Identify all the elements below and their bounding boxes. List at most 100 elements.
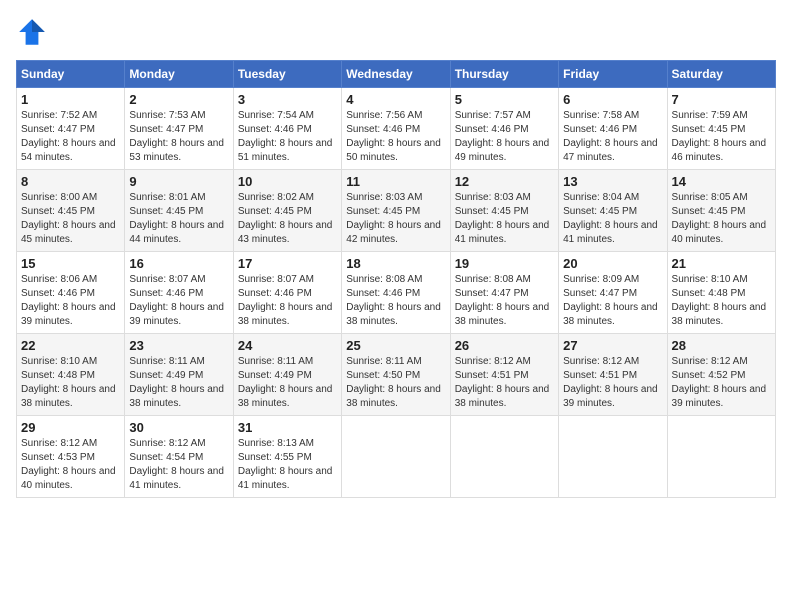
day-info: Sunrise: 7:59 AMSunset: 4:45 PMDaylight:…: [672, 109, 771, 165]
day-info: Sunrise: 8:08 AMSunset: 4:47 PMDaylight:…: [455, 273, 554, 329]
calendar-cell: 20Sunrise: 8:09 AMSunset: 4:47 PMDayligh…: [559, 252, 667, 334]
day-number: 14: [672, 174, 771, 189]
calendar-cell: [342, 416, 450, 498]
day-number: 18: [346, 256, 445, 271]
day-info: Sunrise: 7:58 AMSunset: 4:46 PMDaylight:…: [563, 109, 662, 165]
day-info: Sunrise: 8:12 AMSunset: 4:51 PMDaylight:…: [455, 355, 554, 411]
day-number: 10: [238, 174, 337, 189]
day-info: Sunrise: 8:11 AMSunset: 4:49 PMDaylight:…: [129, 355, 228, 411]
day-info: Sunrise: 7:52 AMSunset: 4:47 PMDaylight:…: [21, 109, 120, 165]
day-info: Sunrise: 8:07 AMSunset: 4:46 PMDaylight:…: [238, 273, 337, 329]
day-number: 9: [129, 174, 228, 189]
day-number: 16: [129, 256, 228, 271]
calendar-dow-thursday: Thursday: [450, 61, 558, 88]
day-number: 4: [346, 92, 445, 107]
calendar-dow-sunday: Sunday: [17, 61, 125, 88]
calendar-header-row: SundayMondayTuesdayWednesdayThursdayFrid…: [17, 61, 776, 88]
day-number: 30: [129, 420, 228, 435]
day-info: Sunrise: 8:12 AMSunset: 4:52 PMDaylight:…: [672, 355, 771, 411]
calendar-dow-tuesday: Tuesday: [233, 61, 341, 88]
day-number: 26: [455, 338, 554, 353]
calendar-cell: 29 Sunrise: 8:12 AMSunset: 4:53 PMDayligh…: [17, 416, 125, 498]
calendar-dow-friday: Friday: [559, 61, 667, 88]
day-number: 19: [455, 256, 554, 271]
day-number: 6: [563, 92, 662, 107]
day-number: 5: [455, 92, 554, 107]
day-info: Sunrise: 8:00 AMSunset: 4:45 PMDaylight:…: [21, 191, 120, 247]
calendar-cell: [559, 416, 667, 498]
calendar-cell: [667, 416, 775, 498]
calendar-dow-saturday: Saturday: [667, 61, 775, 88]
calendar-cell: 18 Sunrise: 8:08 AMSunset: 4:46 PMDayligh…: [342, 252, 450, 334]
calendar-dow-monday: Monday: [125, 61, 233, 88]
calendar-cell: 5 Sunrise: 7:57 AMSunset: 4:46 PMDaylight…: [450, 88, 558, 170]
calendar-cell: 11 Sunrise: 8:03 AMSunset: 4:45 PMDayligh…: [342, 170, 450, 252]
day-number: 22: [21, 338, 120, 353]
calendar-cell: 24 Sunrise: 8:11 AMSunset: 4:49 PMDayligh…: [233, 334, 341, 416]
day-number: 3: [238, 92, 337, 107]
calendar-cell: 14 Sunrise: 8:05 AMSunset: 4:45 PMDayligh…: [667, 170, 775, 252]
day-number: 21: [672, 256, 771, 271]
day-number: 28: [672, 338, 771, 353]
day-number: 12: [455, 174, 554, 189]
day-info: Sunrise: 8:08 AMSunset: 4:46 PMDaylight:…: [346, 273, 445, 329]
day-info: Sunrise: 8:06 AMSunset: 4:46 PMDaylight:…: [21, 273, 120, 329]
day-number: 8: [21, 174, 120, 189]
calendar-week-row: 8 Sunrise: 8:00 AMSunset: 4:45 PMDaylight…: [17, 170, 776, 252]
day-info: Sunrise: 8:03 AMSunset: 4:45 PMDaylight:…: [455, 191, 554, 247]
day-number: 13: [563, 174, 662, 189]
day-number: 17: [238, 256, 337, 271]
day-info: Sunrise: 8:12 AMSunset: 4:53 PMDaylight:…: [21, 437, 120, 493]
calendar-cell: 31Sunrise: 8:13 AMSunset: 4:55 PMDayligh…: [233, 416, 341, 498]
day-number: 24: [238, 338, 337, 353]
day-info: Sunrise: 8:03 AMSunset: 4:45 PMDaylight:…: [346, 191, 445, 247]
calendar-cell: 17 Sunrise: 8:07 AMSunset: 4:46 PMDayligh…: [233, 252, 341, 334]
calendar-cell: 16 Sunrise: 8:07 AMSunset: 4:46 PMDayligh…: [125, 252, 233, 334]
day-number: 11: [346, 174, 445, 189]
calendar-cell: 15 Sunrise: 8:06 AMSunset: 4:46 PMDayligh…: [17, 252, 125, 334]
calendar-cell: 2 Sunrise: 7:53 AMSunset: 4:47 PMDaylight…: [125, 88, 233, 170]
calendar-cell: 27Sunrise: 8:12 AMSunset: 4:51 PMDayligh…: [559, 334, 667, 416]
calendar-cell: 22 Sunrise: 8:10 AMSunset: 4:48 PMDayligh…: [17, 334, 125, 416]
calendar-week-row: 15 Sunrise: 8:06 AMSunset: 4:46 PMDayligh…: [17, 252, 776, 334]
calendar-cell: 7 Sunrise: 7:59 AMSunset: 4:45 PMDaylight…: [667, 88, 775, 170]
day-info: Sunrise: 7:56 AMSunset: 4:46 PMDaylight:…: [346, 109, 445, 165]
page-header: [16, 16, 776, 48]
calendar-cell: 19 Sunrise: 8:08 AMSunset: 4:47 PMDayligh…: [450, 252, 558, 334]
calendar-week-row: 29 Sunrise: 8:12 AMSunset: 4:53 PMDayligh…: [17, 416, 776, 498]
day-info: Sunrise: 8:05 AMSunset: 4:45 PMDaylight:…: [672, 191, 771, 247]
calendar-cell: 4 Sunrise: 7:56 AMSunset: 4:46 PMDaylight…: [342, 88, 450, 170]
day-number: 29: [21, 420, 120, 435]
day-info: Sunrise: 8:02 AMSunset: 4:45 PMDaylight:…: [238, 191, 337, 247]
day-number: 25: [346, 338, 445, 353]
day-info: Sunrise: 8:12 AMSunset: 4:51 PMDaylight:…: [563, 355, 662, 411]
day-info: Sunrise: 8:11 AMSunset: 4:49 PMDaylight:…: [238, 355, 337, 411]
calendar-dow-wednesday: Wednesday: [342, 61, 450, 88]
calendar-cell: 1 Sunrise: 7:52 AMSunset: 4:47 PMDaylight…: [17, 88, 125, 170]
calendar-cell: 23 Sunrise: 8:11 AMSunset: 4:49 PMDayligh…: [125, 334, 233, 416]
calendar-cell: 21Sunrise: 8:10 AMSunset: 4:48 PMDayligh…: [667, 252, 775, 334]
day-info: Sunrise: 8:11 AMSunset: 4:50 PMDaylight:…: [346, 355, 445, 411]
calendar-cell: 28 Sunrise: 8:12 AMSunset: 4:52 PMDayligh…: [667, 334, 775, 416]
day-info: Sunrise: 7:53 AMSunset: 4:47 PMDaylight:…: [129, 109, 228, 165]
day-number: 1: [21, 92, 120, 107]
calendar-cell: 3Sunrise: 7:54 AMSunset: 4:46 PMDaylight…: [233, 88, 341, 170]
day-number: 23: [129, 338, 228, 353]
calendar-week-row: 1 Sunrise: 7:52 AMSunset: 4:47 PMDaylight…: [17, 88, 776, 170]
day-info: Sunrise: 7:57 AMSunset: 4:46 PMDaylight:…: [455, 109, 554, 165]
calendar-cell: 12 Sunrise: 8:03 AMSunset: 4:45 PMDayligh…: [450, 170, 558, 252]
day-info: Sunrise: 8:07 AMSunset: 4:46 PMDaylight:…: [129, 273, 228, 329]
day-info: Sunrise: 8:01 AMSunset: 4:45 PMDaylight:…: [129, 191, 228, 247]
day-number: 15: [21, 256, 120, 271]
calendar-week-row: 22 Sunrise: 8:10 AMSunset: 4:48 PMDayligh…: [17, 334, 776, 416]
day-info: Sunrise: 8:09 AMSunset: 4:47 PMDaylight:…: [563, 273, 662, 329]
logo: [16, 16, 52, 48]
day-info: Sunrise: 8:12 AMSunset: 4:54 PMDaylight:…: [129, 437, 228, 493]
day-number: 7: [672, 92, 771, 107]
calendar-cell: 13Sunrise: 8:04 AMSunset: 4:45 PMDayligh…: [559, 170, 667, 252]
day-info: Sunrise: 8:10 AMSunset: 4:48 PMDaylight:…: [21, 355, 120, 411]
day-number: 2: [129, 92, 228, 107]
calendar-table: SundayMondayTuesdayWednesdayThursdayFrid…: [16, 60, 776, 498]
calendar-cell: 30 Sunrise: 8:12 AMSunset: 4:54 PMDayligh…: [125, 416, 233, 498]
calendar-cell: 8 Sunrise: 8:00 AMSunset: 4:45 PMDaylight…: [17, 170, 125, 252]
